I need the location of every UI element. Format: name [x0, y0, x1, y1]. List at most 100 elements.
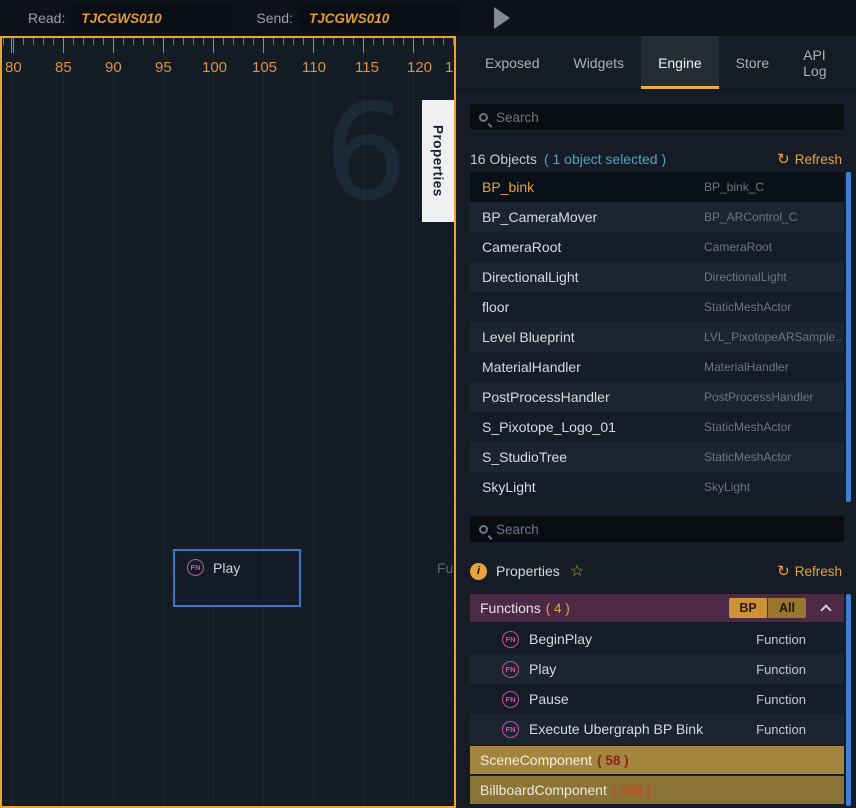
ruler-label: 85 [55, 59, 72, 76]
section-count: ( 308 ) [612, 783, 651, 798]
object-row-s-studiotree[interactable]: S_StudioTree StaticMeshActor [470, 442, 844, 472]
section-count: ( 58 ) [597, 753, 629, 768]
send-input[interactable] [299, 5, 460, 31]
object-name: floor [482, 299, 704, 315]
object-row-bp-bink[interactable]: BP_bink BP_bink_C [470, 172, 844, 202]
object-row-bp-cameramover[interactable]: BP_CameraMover BP_ARControl_C [470, 202, 844, 232]
ruler-label: 120 [407, 59, 432, 76]
object-list: BP_bink BP_bink_C BP_CameraMover BP_ARCo… [470, 172, 844, 502]
node-title: Play [213, 560, 240, 576]
properties-sections: Functions ( 4 ) BP All FN BeginPlay Func… [470, 594, 844, 804]
ruler-label: 80 [5, 59, 22, 76]
tab-label: Store [736, 55, 769, 71]
graph-viewport[interactable]: 80 85 90 95 100 105 110 115 120 1 6 Fun … [0, 36, 456, 808]
read-label: Read: [28, 10, 65, 26]
object-type: DirectionalLight [704, 270, 842, 284]
object-name: DirectionalLight [482, 269, 704, 285]
tab-store[interactable]: Store [719, 36, 786, 89]
object-list-scrollbar[interactable] [846, 172, 851, 502]
tab-label: Engine [658, 55, 702, 71]
play-function-node[interactable]: FN Play [173, 549, 301, 607]
object-row-floor[interactable]: floor StaticMeshActor [470, 292, 844, 322]
tab-label: Exposed [485, 55, 539, 71]
app-window: Read: Send: 80 85 90 95 100 105 110 115 … [0, 0, 856, 808]
chevron-up-icon[interactable] [820, 604, 831, 615]
function-type: Function [756, 722, 806, 737]
tab-exposed[interactable]: Exposed [468, 36, 556, 89]
properties-side-tab[interactable]: Properties [422, 100, 454, 222]
section-header-billboardcomponent[interactable]: BillboardComponent ( 308 ) [470, 776, 844, 804]
tab-engine[interactable]: Engine [641, 36, 719, 89]
object-row-cameraroot[interactable]: CameraRoot CameraRoot [470, 232, 844, 262]
function-icon: FN [187, 559, 204, 576]
function-row-play[interactable]: FN Play Function [470, 654, 844, 684]
object-row-level-blueprint[interactable]: Level Blueprint LVL_PixotopeARSample.. [470, 322, 844, 352]
object-name: BP_bink [482, 179, 704, 195]
tab-widgets[interactable]: Widgets [556, 36, 641, 89]
refresh-icon: ↻ [777, 564, 790, 579]
object-type: MaterialHandler [704, 360, 842, 374]
favorite-star-icon[interactable]: ☆ [570, 561, 584, 581]
search-icon [479, 525, 488, 534]
properties-search-input[interactable] [496, 522, 835, 537]
object-row-directionallight[interactable]: DirectionalLight DirectionalLight [470, 262, 844, 292]
object-type: BP_ARControl_C [704, 210, 842, 224]
function-row-beginplay[interactable]: FN BeginPlay Function [470, 624, 844, 654]
refresh-icon: ↻ [777, 152, 790, 167]
faint-canvas-text: Fun [437, 560, 456, 576]
tab-api-log[interactable]: API Log [786, 36, 856, 89]
ruler-label: 90 [105, 59, 122, 76]
function-type: Function [756, 662, 806, 677]
read-input[interactable] [71, 5, 232, 31]
object-type: CameraRoot [704, 240, 842, 254]
object-type: StaticMeshActor [704, 420, 842, 434]
function-type: Function [756, 692, 806, 707]
function-type: Function [756, 632, 806, 647]
objects-refresh-button[interactable]: ↻ Refresh [777, 152, 842, 167]
info-icon[interactable]: i [470, 563, 487, 580]
object-row-materialhandler[interactable]: MaterialHandler MaterialHandler [470, 352, 844, 382]
objects-search-input[interactable] [496, 110, 835, 125]
function-icon: FN [502, 631, 519, 648]
function-row-execute-ubergraph[interactable]: FN Execute Ubergraph BP Bink Function [470, 714, 844, 744]
refresh-label: Refresh [795, 152, 842, 167]
object-type: BP_bink_C [704, 180, 842, 194]
section-title: Functions [480, 600, 541, 616]
ruler-label: 110 [302, 59, 326, 76]
object-name: SkyLight [482, 479, 704, 495]
object-row-s-pixotope-logo[interactable]: S_Pixotope_Logo_01 StaticMeshActor [470, 412, 844, 442]
refresh-label: Refresh [795, 564, 842, 579]
play-icon[interactable] [494, 7, 510, 29]
properties-refresh-button[interactable]: ↻ Refresh [777, 564, 842, 579]
section-count: ( 4 ) [546, 601, 570, 616]
ruler-label: 95 [155, 59, 172, 76]
properties-side-tab-label: Properties [431, 125, 446, 197]
properties-search[interactable] [470, 516, 844, 542]
object-row-postprocesshandler[interactable]: PostProcessHandler PostProcessHandler [470, 382, 844, 412]
properties-header-row: i Properties ☆ ↻ Refresh [470, 556, 842, 586]
function-name: BeginPlay [529, 631, 756, 647]
objects-summary-row: 16 Objects ( 1 object selected ) ↻ Refre… [470, 146, 842, 172]
object-name: S_StudioTree [482, 449, 704, 465]
top-bar: Read: Send: [0, 0, 856, 36]
properties-scrollbar[interactable] [846, 594, 851, 806]
function-row-pause[interactable]: FN Pause Function [470, 684, 844, 714]
object-type: StaticMeshActor [704, 450, 842, 464]
graph-watermark-number: 6 [324, 76, 408, 230]
function-name: Play [529, 661, 756, 677]
section-header-functions[interactable]: Functions ( 4 ) BP All [470, 594, 844, 622]
object-name: PostProcessHandler [482, 389, 704, 405]
all-filter-button[interactable]: All [768, 598, 806, 618]
bp-filter-button[interactable]: BP [729, 598, 767, 618]
ruler-label: 100 [202, 59, 227, 76]
right-panel: Exposed Widgets Engine Store API Log 16 … [456, 36, 856, 808]
object-type: SkyLight [704, 480, 842, 494]
object-row-skylight[interactable]: SkyLight SkyLight [470, 472, 844, 502]
search-icon [479, 113, 488, 122]
section-header-scenecomponent[interactable]: SceneComponent ( 58 ) [470, 746, 844, 774]
object-type: LVL_PixotopeARSample.. [704, 330, 842, 344]
ruler-label: 105 [252, 59, 277, 76]
objects-search[interactable] [470, 104, 844, 130]
function-icon: FN [502, 661, 519, 678]
node-header: FN Play [175, 551, 299, 576]
